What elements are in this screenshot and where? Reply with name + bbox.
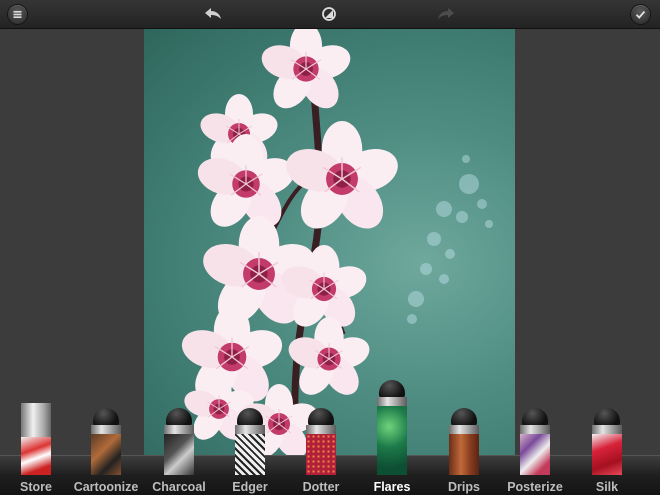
filter-store[interactable]: [20, 403, 52, 475]
undo-arrow-icon[interactable]: [203, 6, 223, 22]
cherry-blossom-photo[interactable]: [144, 29, 515, 455]
photo-artwork: [176, 29, 493, 455]
menu-button[interactable]: [8, 5, 27, 24]
done-button[interactable]: [631, 5, 650, 24]
filter-label-silk[interactable]: Silk: [562, 480, 652, 494]
compare-icon[interactable]: [321, 6, 337, 22]
top-toolbar: [0, 0, 660, 29]
filter-charcoal[interactable]: [162, 408, 196, 475]
filter-drips[interactable]: [447, 408, 481, 475]
filter-dotter[interactable]: [304, 408, 338, 475]
filter-cartoonize[interactable]: [89, 408, 123, 475]
filter-flares[interactable]: [375, 380, 409, 475]
redo-arrow-icon[interactable]: [436, 6, 456, 22]
filter-posterize[interactable]: [518, 408, 552, 475]
filter-edger[interactable]: [233, 408, 267, 475]
left-canvas-margin: [0, 29, 144, 455]
checkmark-icon: [635, 10, 646, 19]
right-canvas-margin: [515, 29, 660, 455]
filter-silk[interactable]: [590, 408, 624, 475]
menu-icon: [13, 11, 22, 18]
